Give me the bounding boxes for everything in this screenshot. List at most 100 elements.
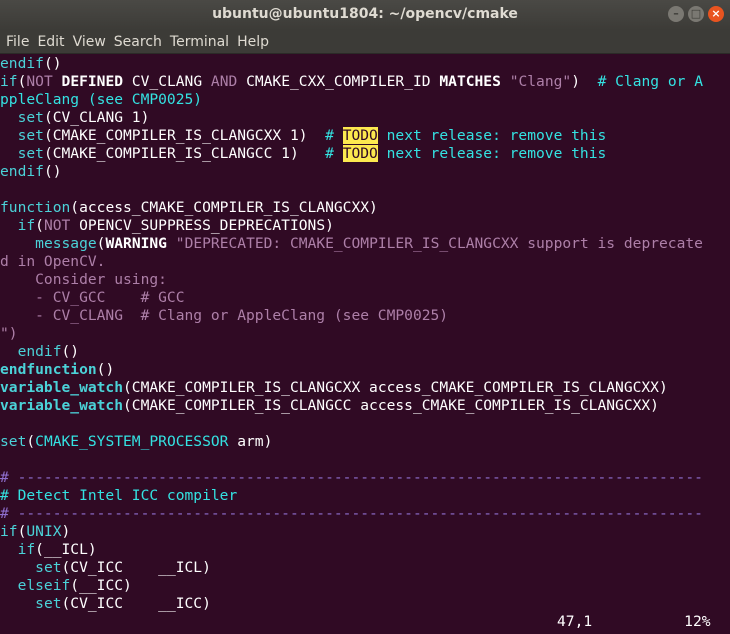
code-token: next release: remove this <box>377 127 607 144</box>
code-token: set <box>0 433 27 450</box>
code-line: # --------------------------------------… <box>0 505 730 523</box>
code-token: CMAKE_CXX_COMPILER_ID <box>237 73 440 90</box>
code-token: (CMAKE_COMPILER_IS_CLANGCXX access_CMAKE… <box>123 379 668 396</box>
code-token: # Clang or A <box>597 73 703 90</box>
code-line: - CV_GCC # GCC <box>0 289 730 307</box>
code-token: (__ICC) <box>70 577 132 594</box>
title-bar[interactable]: ubuntu@ubuntu1804: ~/opencv/cmake – □ × <box>0 0 730 30</box>
minimize-button[interactable]: – <box>668 6 684 22</box>
code-token: ) <box>61 523 71 540</box>
code-line: if(NOT DEFINED CV_CLANG AND CMAKE_CXX_CO… <box>0 73 730 91</box>
code-token: # <box>325 145 343 162</box>
scroll-percent: 12% <box>684 613 711 630</box>
menu-file[interactable]: File <box>5 34 30 50</box>
code-line: d in OpenCV. <box>0 253 730 271</box>
menu-help[interactable]: Help <box>236 34 270 50</box>
code-token: (CV_CLANG 1) <box>43 109 150 126</box>
menu-view[interactable]: View <box>72 34 107 50</box>
code-token: set <box>35 559 62 576</box>
vim-buffer[interactable]: endif() if(NOT DEFINED CV_CLANG AND CMAKE… <box>0 55 730 613</box>
code-token: (CV_ICC __ICC) <box>61 595 211 612</box>
menu-bar: File Edit View Search Terminal Help <box>0 30 730 54</box>
code-line: function(access_CMAKE_COMPILER_IS_CLANGC… <box>0 199 730 217</box>
code-token: MATCHES <box>439 73 501 90</box>
code-token: next release: remove this <box>377 145 607 162</box>
code-token: CMAKE_SYSTEM_PROCESSOR <box>35 433 229 450</box>
menu-terminal[interactable]: Terminal <box>169 34 230 50</box>
code-line: if(UNIX) <box>0 523 730 541</box>
code-token: # --------------------------------------… <box>0 469 703 486</box>
code-line: set(CMAKE_SYSTEM_PROCESSOR arm) <box>0 433 730 451</box>
code-token: () <box>43 55 62 72</box>
code-line: - CV_CLANG # Clang or AppleClang (see CM… <box>0 307 730 325</box>
code-token: (CMAKE_COMPILER_IS_CLANGCXX 1) <box>43 127 326 144</box>
code-token: OPENCV_SUPPRESS_DEPRECATIONS) <box>70 217 334 234</box>
code-line: ") <box>0 325 730 343</box>
menu-edit[interactable]: Edit <box>36 34 65 50</box>
code-token: "DEPRECATED: CMAKE_COMPILER_IS_CLANGCXX … <box>175 235 703 252</box>
code-token: elseif <box>17 577 71 594</box>
code-token: function <box>0 199 71 216</box>
code-line: message(WARNING "DEPRECATED: CMAKE_COMPI… <box>0 235 730 253</box>
code-token: ppleClang (see CMP0025) <box>0 91 203 108</box>
code-token: AND <box>210 73 238 90</box>
code-token: (CV_ICC __ICL) <box>61 559 211 576</box>
code-token: if <box>17 217 36 234</box>
code-token: set <box>35 595 62 612</box>
code-token: message <box>35 235 97 252</box>
code-token: endif <box>17 343 62 360</box>
code-token: ( <box>35 217 44 234</box>
code-token: ) <box>571 73 598 90</box>
code-token: ( <box>26 433 36 450</box>
menu-search[interactable]: Search <box>113 34 163 50</box>
code-token: () <box>43 163 62 180</box>
code-token: variable_watch <box>0 379 124 396</box>
code-token: if <box>17 541 36 558</box>
code-token: # <box>325 127 343 144</box>
code-line: elseif(__ICC) <box>0 577 730 595</box>
code-line: # Detect Intel ICC compiler <box>0 487 730 505</box>
terminal-window: ubuntu@ubuntu1804: ~/opencv/cmake – □ × … <box>0 0 730 634</box>
code-token: endif <box>0 55 44 72</box>
code-token: set <box>17 127 44 144</box>
code-line: variable_watch(CMAKE_COMPILER_IS_CLANGCX… <box>0 379 730 397</box>
cursor-position: 47,1 <box>557 613 593 630</box>
code-token: set <box>17 145 44 162</box>
code-token: # --------------------------------------… <box>0 505 703 522</box>
terminal-content[interactable]: endif() if(NOT DEFINED CV_CLANG AND CMAKE… <box>0 55 730 634</box>
close-button[interactable]: × <box>708 6 724 22</box>
code-line: endif() <box>0 55 730 73</box>
code-token: (__ICL) <box>35 541 97 558</box>
maximize-button[interactable]: □ <box>688 6 704 22</box>
vim-status-line: 47,1 12% <box>0 613 730 631</box>
code-token: WARNING <box>105 235 167 252</box>
code-token: if <box>0 523 18 540</box>
window-title: ubuntu@ubuntu1804: ~/opencv/cmake <box>212 6 518 22</box>
window-controls: – □ × <box>668 6 724 22</box>
code-line: ppleClang (see CMP0025) <box>0 91 730 109</box>
code-token: d in OpenCV. <box>0 253 106 270</box>
code-line: if(NOT OPENCV_SUPPRESS_DEPRECATIONS) <box>0 217 730 235</box>
code-token: endif <box>0 163 44 180</box>
code-token: () <box>96 361 115 378</box>
code-line: set(CMAKE_COMPILER_IS_CLANGCXX 1) # TODO… <box>0 127 730 145</box>
code-token: NOT <box>26 73 53 90</box>
code-token: arm) <box>228 433 273 450</box>
code-token: (CMAKE_COMPILER_IS_CLANGCC access_CMAKE_… <box>123 397 659 414</box>
code-line: set(CMAKE_COMPILER_IS_CLANGCC 1) # TODO … <box>0 145 730 163</box>
code-token: DEFINED <box>61 73 124 90</box>
todo-highlight: TODO <box>342 127 378 144</box>
code-token: (CMAKE_COMPILER_IS_CLANGCC 1) <box>43 145 326 162</box>
